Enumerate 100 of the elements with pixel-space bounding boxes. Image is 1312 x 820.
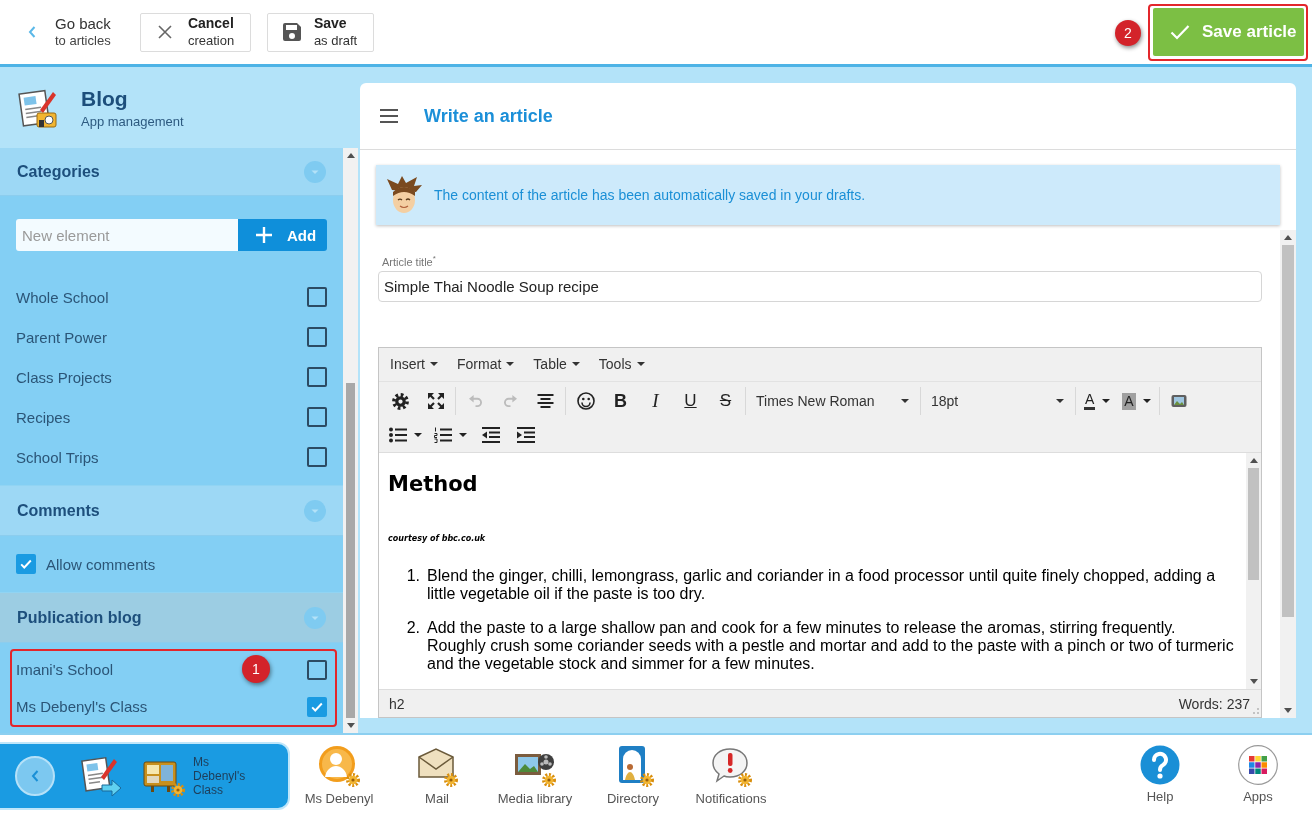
arrow-down-icon[interactable] bbox=[1284, 708, 1292, 713]
avatar-icon bbox=[318, 745, 360, 787]
cartoon-mascot-icon bbox=[386, 175, 422, 215]
cancel-button[interactable]: Cancel creation bbox=[139, 12, 251, 52]
save-draft-button[interactable]: Save as draft bbox=[266, 12, 374, 52]
section-header[interactable]: Publication blog bbox=[0, 593, 343, 643]
checkbox[interactable] bbox=[307, 327, 327, 347]
bullet-list-icon bbox=[389, 426, 407, 443]
dock-app-button[interactable]: Notifications bbox=[682, 735, 780, 807]
arrow-up-icon[interactable] bbox=[1249, 457, 1258, 463]
arrow-down-icon[interactable] bbox=[1249, 679, 1258, 684]
list-number: 2. bbox=[405, 618, 421, 638]
arrow-up-icon[interactable] bbox=[346, 153, 355, 158]
checkbox[interactable] bbox=[307, 287, 327, 307]
chevron-left-icon bbox=[28, 26, 36, 38]
indent-icon bbox=[516, 426, 535, 443]
section-title: Comments bbox=[17, 501, 100, 520]
plus-icon bbox=[256, 227, 272, 243]
scrollbar[interactable] bbox=[343, 148, 358, 733]
scrollbar[interactable] bbox=[1246, 452, 1261, 689]
app-title: Blog bbox=[81, 86, 129, 112]
menu-button[interactable]: Table bbox=[527, 350, 586, 379]
caret-icon bbox=[414, 432, 422, 437]
close-icon bbox=[157, 25, 172, 39]
menu-button[interactable]: Format bbox=[451, 350, 521, 379]
check-icon bbox=[19, 557, 33, 571]
dock-app-button[interactable]: Mail bbox=[388, 735, 486, 807]
checkbox-label: Class Projects bbox=[16, 368, 112, 386]
checkbox-label: Parent Power bbox=[16, 328, 107, 346]
caret-icon bbox=[506, 362, 515, 367]
caret-icon bbox=[430, 362, 438, 367]
smiley-icon bbox=[576, 392, 595, 411]
section-title: Publication blog bbox=[17, 608, 142, 627]
resize-grip-icon[interactable] bbox=[1253, 708, 1259, 714]
callout-number: 1 bbox=[242, 655, 270, 683]
current-context-label: Ms Debenyl's Class bbox=[193, 755, 247, 797]
envelope-icon bbox=[416, 745, 458, 787]
add-button[interactable]: Add bbox=[238, 219, 327, 251]
caret-icon bbox=[1056, 399, 1064, 404]
arrow-up-icon[interactable] bbox=[1284, 235, 1292, 240]
font-family-select[interactable]: Times New Roman bbox=[748, 387, 918, 416]
checkbox[interactable] bbox=[307, 447, 327, 467]
dock-app-button[interactable]: Directory bbox=[584, 735, 682, 807]
dock-app-button[interactable]: Ms Debenyl bbox=[290, 735, 388, 807]
checkbox-label: Recipes bbox=[16, 408, 71, 426]
outdent-icon bbox=[481, 426, 500, 443]
arrow-down-icon[interactable] bbox=[346, 723, 355, 728]
checkbox-label: Ms Debenyl's Class bbox=[16, 698, 148, 715]
list-item-text: Add the paste to a large shallow pan and cook for a few minutes to release the aromas, stirring frequently. Roughly crush some coriander seeds with a pestle and mortar and add to the paste with a pinch or two of turmeric and the vegetable stock and simmer for a few minutes. bbox=[427, 618, 1235, 673]
notice-text: The content of the article has been automatically saved in your drafts. bbox=[434, 187, 866, 203]
font-size-select[interactable]: 18pt bbox=[923, 387, 1073, 416]
back-link[interactable]: Go back to articles bbox=[28, 15, 111, 49]
strikethrough-button[interactable]: S bbox=[708, 387, 743, 416]
new-element-input[interactable]: New element bbox=[16, 219, 238, 251]
caret-icon bbox=[1102, 399, 1111, 404]
caret-icon bbox=[459, 432, 467, 437]
text-color-button[interactable]: A bbox=[1078, 387, 1117, 416]
checkbox[interactable] bbox=[307, 696, 327, 717]
underline-button[interactable]: U bbox=[673, 387, 708, 416]
caret-icon bbox=[571, 362, 580, 367]
alert-bubble-icon bbox=[710, 745, 752, 787]
fullscreen-icon bbox=[427, 393, 444, 410]
credit-text: courtesy of bbc.co.uk bbox=[388, 532, 487, 545]
checkbox[interactable] bbox=[16, 554, 36, 574]
menu-icon[interactable] bbox=[380, 109, 398, 123]
page-title: Write an article bbox=[424, 105, 553, 127]
undo-icon bbox=[468, 394, 483, 408]
menu-button[interactable]: Insert bbox=[384, 350, 444, 379]
checkbox[interactable] bbox=[307, 407, 327, 427]
element-path: h2 bbox=[389, 695, 405, 712]
dock-app-button[interactable]: Apps bbox=[1209, 735, 1307, 805]
checkbox-label: Allow comments bbox=[46, 555, 156, 573]
section-header[interactable]: Comments bbox=[0, 486, 343, 536]
caret-icon bbox=[1142, 399, 1151, 404]
settings-icon bbox=[392, 392, 409, 410]
checkbox-label: Imani's School bbox=[16, 661, 114, 678]
word-count: Words: 237 bbox=[1178, 695, 1250, 712]
menu-button[interactable]: Tools bbox=[592, 350, 651, 379]
dock-app-button[interactable]: Help bbox=[1111, 735, 1209, 805]
section-title: Categories bbox=[17, 162, 100, 181]
redo-icon bbox=[503, 394, 518, 408]
scrollbar[interactable] bbox=[1280, 230, 1296, 718]
bold-button[interactable]: B bbox=[603, 387, 638, 416]
checkbox[interactable] bbox=[307, 367, 327, 387]
callout-number: 2 bbox=[1115, 19, 1141, 46]
italic-button[interactable]: I bbox=[638, 387, 673, 416]
caret-icon bbox=[636, 362, 645, 367]
numbered-list-icon bbox=[434, 426, 452, 443]
section-header[interactable]: Categories bbox=[0, 148, 343, 196]
checkbox[interactable] bbox=[307, 659, 327, 680]
dock-app-button[interactable]: Media library bbox=[486, 735, 584, 807]
apps-grid-icon bbox=[1238, 745, 1278, 785]
app-subtitle: App management bbox=[81, 114, 184, 129]
highlight-color-button[interactable]: A bbox=[1116, 387, 1157, 416]
list-number: 1. bbox=[405, 566, 421, 586]
field-label: Article title$^{*}$ bbox=[381, 253, 437, 269]
check-icon bbox=[1170, 23, 1190, 40]
notepad-arrow-icon[interactable] bbox=[80, 755, 122, 797]
image-icon bbox=[1171, 394, 1188, 409]
article-title-input[interactable]: Simple Thai Noodle Soup recipe bbox=[378, 270, 1262, 302]
